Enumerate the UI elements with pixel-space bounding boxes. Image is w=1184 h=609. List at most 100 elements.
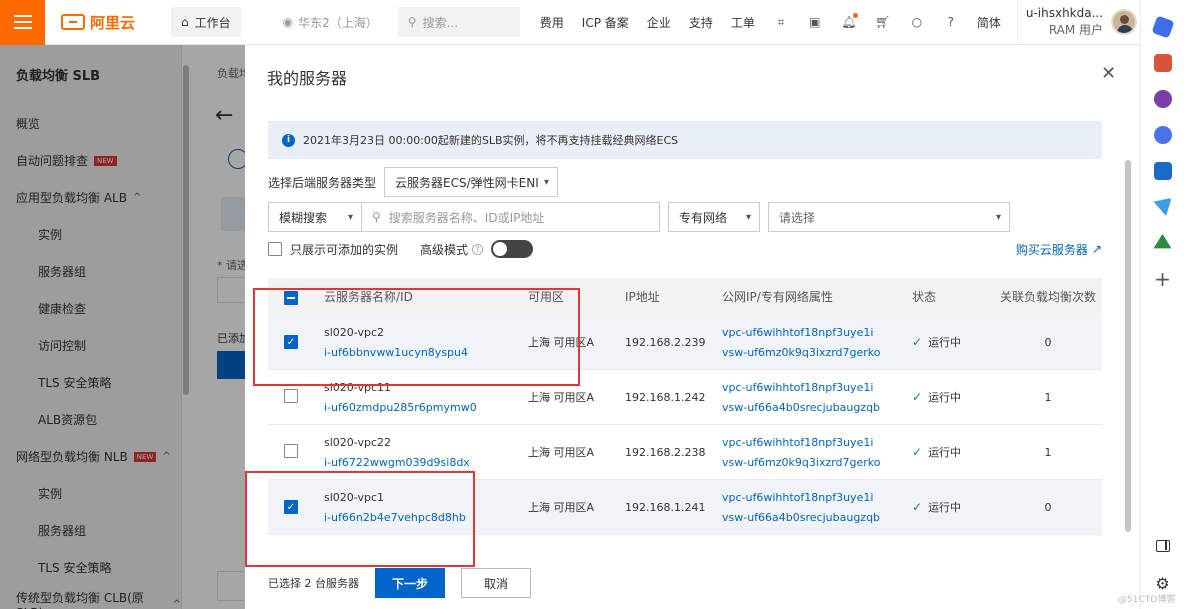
user-role: RAM 用户 bbox=[1048, 23, 1104, 37]
username: u-ihsxhkda... bbox=[1025, 6, 1104, 20]
vpc-link[interactable]: vpc-uf6wihhtof18npf3uye1i bbox=[722, 381, 912, 394]
link-enterprise[interactable]: 企业 bbox=[647, 14, 671, 31]
logo-text: 阿里云 bbox=[90, 13, 136, 32]
search-mode-select[interactable]: 模糊搜索 ▾ bbox=[268, 202, 362, 232]
check-icon: ✓ bbox=[912, 390, 923, 404]
user-menu[interactable]: u-ihsxhkda... RAM 用户 bbox=[1016, 0, 1138, 45]
ip-cell: 192.168.2.238 bbox=[625, 445, 706, 459]
buy-link-label: 购买云服务器 bbox=[1015, 242, 1088, 257]
cancel-button[interactable]: 取消 bbox=[461, 568, 531, 598]
user-names: u-ihsxhkda... RAM 用户 bbox=[1026, 5, 1103, 39]
server-type-row: 选择后端服务器类型 云服务器ECS/弹性网卡ENI ▾ bbox=[268, 167, 559, 197]
check-icon: ✓ bbox=[912, 335, 923, 349]
column-header-network: 公网IP/专有网络属性 bbox=[722, 290, 833, 304]
help-icon[interactable]: ? bbox=[472, 243, 484, 255]
server-id-link[interactable]: i-uf6722wwgm039d9si8dx bbox=[324, 456, 528, 469]
sidebar-toggle-icon[interactable] bbox=[1155, 540, 1170, 552]
server-type-select[interactable]: 云服务器ECS/弹性网卡ENI ▾ bbox=[384, 167, 559, 197]
vpc-select[interactable]: 请选择 ▾ bbox=[768, 202, 1010, 232]
home-icon: ⌂ bbox=[181, 15, 189, 29]
code-icon[interactable]: ⌗ bbox=[773, 14, 789, 30]
search-icon: ⚲ bbox=[407, 15, 417, 29]
advanced-mode-toggle[interactable] bbox=[491, 240, 534, 258]
vswitch-link[interactable]: vsw-uf6mz0k9q3ixzrd7gerko bbox=[722, 346, 912, 359]
person-tool-icon[interactable] bbox=[1153, 90, 1172, 108]
add-tool-icon[interactable]: + bbox=[1154, 269, 1171, 289]
menu-icon[interactable] bbox=[0, 0, 45, 45]
network-type-select[interactable]: 专有网络 ▾ bbox=[668, 202, 760, 232]
link-fees[interactable]: 费用 bbox=[540, 14, 564, 31]
outlook-tool-icon[interactable] bbox=[1153, 162, 1172, 180]
global-search-input[interactable]: ⚲ 搜索... bbox=[397, 7, 520, 37]
buy-server-link[interactable]: 购买云服务器 ↗ bbox=[1016, 241, 1102, 258]
chevron-down-icon: ▾ bbox=[995, 211, 1001, 223]
server-search-input[interactable]: ⚲ 搜索服务器名称、ID或IP地址 bbox=[362, 202, 660, 232]
tag-tool-icon[interactable] bbox=[1150, 15, 1175, 39]
dialog-footer: 已选择 2 台服务器 下一步 取消 bbox=[268, 568, 531, 598]
options-row: 只展示可添加的实例 高级模式 ? 购买云服务器 ↗ bbox=[268, 240, 1102, 258]
workbench-label: 工作台 bbox=[194, 15, 231, 30]
advanced-mode-label: 高级模式 bbox=[420, 242, 469, 257]
status-text: 运行中 bbox=[928, 336, 962, 349]
dialog-scrollbar[interactable] bbox=[1125, 160, 1131, 532]
language-switch[interactable]: 简体 bbox=[977, 14, 1001, 31]
right-tool-rail: + ⚙ bbox=[1140, 0, 1184, 609]
column-header-ip: IP地址 bbox=[625, 290, 660, 304]
tree-tool-icon[interactable] bbox=[1153, 234, 1172, 249]
region-label: 华东2（上海） bbox=[298, 15, 378, 30]
server-name: sl020-vpc22 bbox=[324, 435, 391, 449]
notification-dot bbox=[852, 13, 858, 18]
only-addable-checkbox[interactable] bbox=[268, 242, 282, 256]
lightbulb-icon[interactable]: ○ bbox=[909, 14, 925, 30]
bell-icon[interactable]: 🔔︎ bbox=[841, 13, 858, 30]
check-icon: ✓ bbox=[912, 445, 923, 459]
vpc-link[interactable]: vpc-uf6wihhtof18npf3uye1i bbox=[722, 491, 912, 504]
zone-cell: 上海 可用区A bbox=[528, 501, 595, 514]
row-checkbox[interactable] bbox=[284, 443, 298, 458]
next-button[interactable]: 下一步 bbox=[375, 568, 445, 598]
column-header-status: 状态 bbox=[912, 290, 937, 304]
server-type-value: 云服务器ECS/弹性网卡ENI bbox=[395, 175, 539, 190]
region-selector[interactable]: ◉ 华东2（上海） bbox=[283, 14, 378, 31]
vpc-link[interactable]: vpc-uf6wihhtof18npf3uye1i bbox=[722, 326, 912, 339]
avatar[interactable] bbox=[1111, 9, 1138, 35]
lb-count-cell: 0 bbox=[1044, 335, 1052, 349]
link-ticket[interactable]: 工单 bbox=[731, 14, 755, 31]
close-icon[interactable]: ✕ bbox=[1101, 63, 1116, 84]
ip-cell: 192.168.1.242 bbox=[625, 390, 706, 404]
only-addable-label: 只展示可添加的实例 bbox=[290, 242, 399, 257]
help-icon[interactable]: ? bbox=[943, 14, 959, 30]
briefcase-tool-icon[interactable] bbox=[1153, 54, 1172, 72]
chevron-down-icon: ▾ bbox=[543, 176, 550, 188]
terminal-icon[interactable]: ▣ bbox=[807, 14, 823, 30]
link-support[interactable]: 支持 bbox=[689, 14, 713, 31]
aliyun-logo[interactable]: 阿里云 bbox=[61, 12, 135, 33]
send-tool-icon[interactable] bbox=[1153, 198, 1172, 216]
check-icon: ✓ bbox=[912, 500, 923, 514]
highlight-box-row-4 bbox=[245, 471, 475, 567]
info-icon: i bbox=[282, 133, 295, 147]
chevron-down-icon: ▾ bbox=[745, 211, 751, 223]
search-mode-value: 模糊搜索 bbox=[279, 210, 328, 225]
dialog-title: 我的服务器 bbox=[267, 69, 348, 88]
app-tool-icon[interactable] bbox=[1153, 126, 1172, 144]
my-servers-dialog: 我的服务器 ✕ i 2021年3月23日 00:00:00起新建的SLB实例，将… bbox=[245, 45, 1140, 609]
settings-icon[interactable]: ⚙ bbox=[1155, 574, 1169, 593]
workbench-button[interactable]: ⌂ 工作台 bbox=[171, 7, 241, 37]
vswitch-link[interactable]: vsw-uf66a4b0srecjubaugzqb bbox=[722, 511, 912, 524]
search-icon: ⚲ bbox=[372, 210, 381, 224]
modal-overlay[interactable] bbox=[0, 45, 245, 609]
zone-cell: 上海 可用区A bbox=[528, 446, 595, 459]
vswitch-link[interactable]: vsw-uf6mz0k9q3ixzrd7gerko bbox=[722, 456, 912, 469]
row-checkbox[interactable] bbox=[284, 388, 298, 403]
link-icp[interactable]: ICP 备案 bbox=[582, 14, 629, 31]
cart-icon[interactable]: 🛒︎ bbox=[875, 14, 891, 30]
server-type-label: 选择后端服务器类型 bbox=[268, 175, 377, 190]
network-type-value: 专有网络 bbox=[679, 210, 728, 225]
vswitch-link[interactable]: vsw-uf66a4b0srecjubaugzqb bbox=[722, 401, 912, 414]
server-id-link[interactable]: i-uf60zmdpu285r6pmymw0 bbox=[324, 401, 528, 414]
watermark: @51CTO博客 bbox=[1118, 595, 1176, 605]
vpc-link[interactable]: vpc-uf6wihhtof18npf3uye1i bbox=[722, 436, 912, 449]
lb-count-cell: 1 bbox=[1044, 445, 1052, 459]
notice-banner: i 2021年3月23日 00:00:00起新建的SLB实例，将不再支持挂载经典… bbox=[268, 121, 1102, 159]
